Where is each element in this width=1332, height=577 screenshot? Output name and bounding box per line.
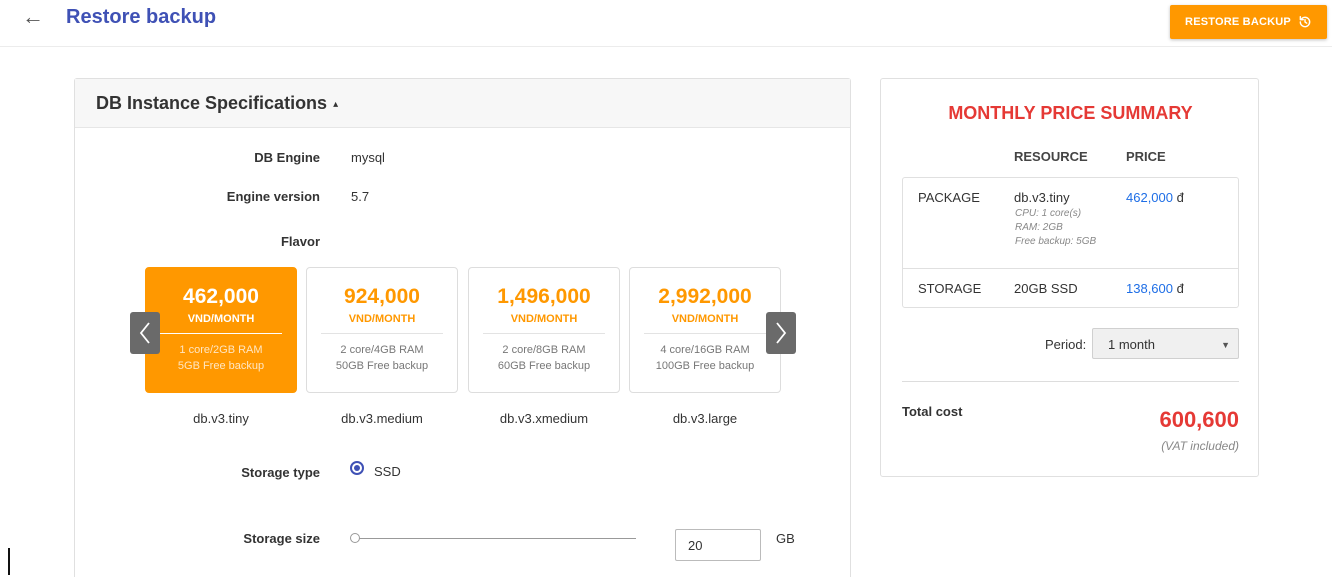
flavor-backup: 50GB Free backup	[335, 360, 429, 372]
db-engine-label: DB Engine	[254, 150, 320, 165]
storage-size-slider-track[interactable]	[356, 538, 636, 539]
flavor-backup: 100GB Free backup	[655, 360, 755, 372]
engine-version-label: Engine version	[226, 189, 320, 204]
package-price-value: 462,000	[1126, 190, 1173, 205]
storage-size-slider-thumb[interactable]	[350, 533, 360, 543]
flavor-name-medium: db.v3.medium	[341, 411, 423, 426]
carousel-next-button[interactable]	[766, 312, 796, 354]
total-cost-value: 600,600	[1159, 407, 1239, 432]
package-price-currency: đ	[1176, 190, 1184, 205]
flavor-name-large: db.v3.large	[672, 411, 738, 426]
restore-button-label: RESTORE BACKUP	[1185, 16, 1291, 28]
package-backup-detail: Free backup: 5GB	[1015, 236, 1097, 247]
flavor-divider	[321, 333, 443, 334]
package-row-type: PACKAGE	[918, 190, 980, 205]
storage-size-label: Storage size	[243, 531, 320, 546]
flavor-price: 1,496,000	[497, 285, 591, 308]
storage-price-value: 138,600	[1126, 281, 1173, 296]
total-cost-label: Total cost	[902, 404, 963, 419]
ssd-radio[interactable]	[350, 461, 364, 475]
db-instance-spec-card: DB Instance Specifications ▴ DB Engine my…	[74, 78, 851, 577]
carousel-prev-button[interactable]	[130, 312, 160, 354]
flavor-divider	[160, 333, 282, 334]
flavor-divider	[644, 333, 766, 334]
storage-row-type: STORAGE	[918, 281, 982, 296]
page-title: Restore backup	[66, 6, 217, 28]
flavor-name-tiny: db.v3.tiny	[193, 411, 249, 426]
flavor-price: 924,000	[344, 285, 420, 308]
resource-column-header: RESOURCE	[1014, 149, 1088, 164]
package-cpu-detail: CPU: 1 core(s)	[1015, 208, 1082, 219]
package-ram-detail: RAM: 2GB	[1015, 222, 1063, 233]
flavor-card-medium[interactable]: 924,000 VND/MONTH 2 core/4GB RAM 50GB Fr…	[306, 267, 458, 393]
flavor-divider	[483, 333, 605, 334]
spec-card-title: DB Instance Specifications	[96, 93, 328, 113]
vat-note: (VAT included)	[1161, 439, 1239, 453]
flavor-cpu-ram: 4 core/16GB RAM	[660, 344, 750, 356]
period-label: Period:	[1045, 337, 1087, 352]
flavor-cpu-ram: 2 core/4GB RAM	[340, 344, 424, 356]
flavor-card-xmedium[interactable]: 1,496,000 VND/MONTH 2 core/8GB RAM 60GB …	[468, 267, 620, 393]
flavor-card-large[interactable]: 2,992,000 VND/MONTH 4 core/16GB RAM 100G…	[629, 267, 781, 393]
caret-up-icon: ▴	[333, 98, 339, 110]
arrow-left-icon[interactable]: ←	[22, 4, 44, 30]
storage-row-price: 138,600 đ	[1126, 281, 1184, 296]
storage-size-input[interactable]	[675, 529, 761, 561]
top-bar: ← Restore backup RESTORE BACKUP	[0, 0, 1332, 47]
text-cursor	[8, 548, 10, 575]
flavor-unit: VND/MONTH	[671, 313, 739, 325]
storage-row-resource: 20GB SSD	[1014, 281, 1078, 296]
db-engine-value: mysql	[351, 150, 385, 165]
flavor-unit: VND/MONTH	[187, 313, 255, 325]
table-row-divider	[903, 268, 1238, 269]
period-select[interactable]: 1 month ▼	[1092, 328, 1239, 359]
dropdown-arrow-icon: ▼	[1221, 340, 1230, 350]
price-summary-title: MONTHLY PRICE SUMMARY	[948, 103, 1193, 123]
flavor-card-tiny[interactable]: 462,000 VND/MONTH 1 core/2GB RAM 5GB Fre…	[145, 267, 297, 393]
storage-price-currency: đ	[1176, 281, 1184, 296]
restore-backup-button[interactable]: RESTORE BACKUP	[1170, 5, 1327, 39]
flavor-price: 462,000	[183, 285, 259, 308]
chevron-left-icon	[139, 322, 150, 344]
history-icon	[1299, 16, 1311, 28]
flavor-unit: VND/MONTH	[348, 313, 416, 325]
spec-card-header[interactable]: DB Instance Specifications ▴	[75, 79, 850, 128]
flavor-price: 2,992,000	[658, 285, 752, 308]
summary-divider	[902, 381, 1239, 382]
price-summary-card: MONTHLY PRICE SUMMARY RESOURCE PRICE PAC…	[880, 78, 1259, 477]
flavor-unit: VND/MONTH	[510, 313, 578, 325]
storage-type-label: Storage type	[241, 465, 320, 480]
package-row-price: 462,000 đ	[1126, 190, 1184, 205]
storage-size-unit: GB	[776, 531, 795, 546]
flavor-cpu-ram: 2 core/8GB RAM	[502, 344, 586, 356]
flavor-cpu-ram: 1 core/2GB RAM	[179, 344, 263, 356]
ssd-radio-label[interactable]: SSD	[374, 464, 401, 479]
chevron-right-icon	[776, 322, 787, 344]
engine-version-value: 5.7	[351, 189, 370, 204]
package-row-resource: db.v3.tiny	[1014, 190, 1070, 205]
flavor-name-xmedium: db.v3.xmedium	[499, 411, 589, 426]
flavor-backup: 5GB Free backup	[177, 360, 265, 372]
price-summary-table: PACKAGE db.v3.tiny CPU: 1 core(s) RAM: 2…	[902, 177, 1239, 308]
flavor-label: Flavor	[280, 234, 320, 249]
flavor-backup: 60GB Free backup	[497, 360, 591, 372]
period-select-value: 1 month	[1108, 337, 1155, 352]
price-column-header: PRICE	[1126, 149, 1166, 164]
